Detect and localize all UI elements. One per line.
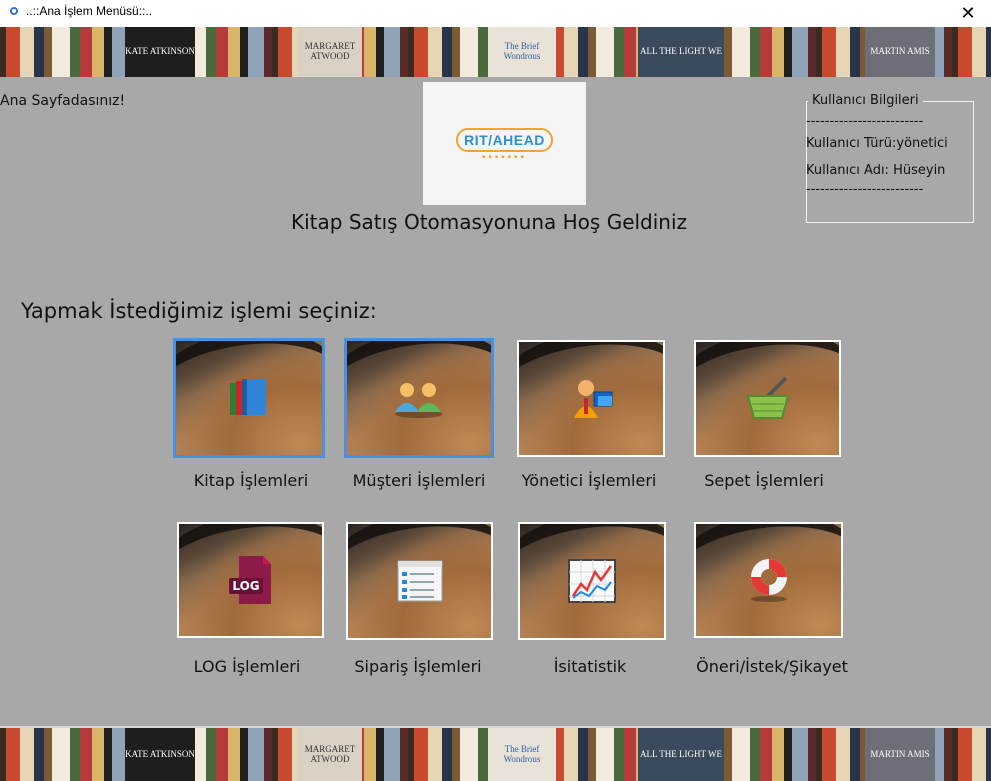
book-cover: MARTIN AMIS <box>865 728 935 781</box>
books-label[interactable]: Kitap İşlemleri <box>194 471 309 490</box>
books-button[interactable] <box>174 339 324 457</box>
basket-label[interactable]: Sepet İşlemleri <box>704 471 824 490</box>
separator-line: ------------------------- <box>806 114 924 129</box>
customers-label[interactable]: Müşteri İşlemleri <box>353 471 486 490</box>
window-title: ..::Ana İşlem Menüsü::.. <box>26 4 153 18</box>
statistics-chart-icon <box>567 558 617 604</box>
company-logo: RIT/AHEAD ▪▪▪▪▪▪▪ <box>423 82 586 205</box>
greeting-text: Ana Sayfadasınız! <box>0 93 126 109</box>
separator-line: ------------------------- <box>806 182 924 197</box>
bookshelf-banner-top: KATE ATKINSON MARGARET ATWOOD The Brief … <box>0 27 991 77</box>
close-button[interactable]: ✕ <box>945 0 991 27</box>
orders-button[interactable] <box>346 522 493 640</box>
book-cover: MARGARET ATWOOD <box>298 27 362 77</box>
user-info-legend: Kullanıcı Bilgileri <box>808 93 923 108</box>
order-list-icon <box>396 559 444 603</box>
logo-text: RIT/AHEAD <box>456 127 553 152</box>
title-bar: ..::Ana İşlem Menüsü::.. ✕ <box>0 0 991 28</box>
statistics-button[interactable] <box>518 522 666 640</box>
app-icon <box>10 7 18 15</box>
basket-icon <box>742 374 794 424</box>
svg-text:LOG: LOG <box>232 579 259 593</box>
logo-underline: ▪▪▪▪▪▪▪ <box>482 153 527 160</box>
close-icon: ✕ <box>960 3 976 24</box>
book-cover: The Brief Wondrous <box>488 728 556 781</box>
book-cover: KATE ATKINSON <box>125 728 195 781</box>
feedback-button[interactable] <box>694 522 843 638</box>
book-cover: The Brief Wondrous <box>488 27 556 77</box>
admin-icon <box>566 374 616 424</box>
user-name-label: Kullanıcı Adı: Hüseyin <box>806 163 946 178</box>
bookshelf-banner-bottom: KATE ATKINSON MARGARET ATWOOD The Brief … <box>0 726 991 781</box>
feedback-label[interactable]: Öneri/İstek/Şikayet <box>696 657 848 676</box>
books-icon <box>224 373 274 423</box>
book-cover: KATE ATKINSON <box>125 27 195 77</box>
basket-button[interactable] <box>694 340 841 457</box>
log-file-icon: LOG <box>223 552 279 608</box>
welcome-heading: Kitap Satış Otomasyonuna Hoş Geldiniz <box>291 210 688 234</box>
customers-icon <box>391 378 447 418</box>
lifebuoy-icon <box>744 555 794 605</box>
menu-prompt: Yapmak İstediğimiz işlemi seçiniz: <box>21 299 377 323</box>
admin-button[interactable] <box>517 340 665 457</box>
statistics-label[interactable]: İsitatistik <box>554 657 627 676</box>
book-cover: MARTIN AMIS <box>865 27 935 77</box>
orders-label[interactable]: Sipariş İşlemleri <box>354 657 481 676</box>
user-type-label: Kullanıcı Türü:yönetici <box>806 136 948 151</box>
customers-button[interactable] <box>345 339 493 457</box>
book-cover: ALL THE LIGHT WE <box>638 27 724 77</box>
book-cover: MARGARET ATWOOD <box>298 728 362 781</box>
admin-label[interactable]: Yönetici İşlemleri <box>522 471 657 490</box>
book-cover: ALL THE LIGHT WE <box>638 728 724 781</box>
log-button[interactable]: LOG <box>177 522 324 638</box>
log-label[interactable]: LOG İşlemleri <box>194 657 301 676</box>
